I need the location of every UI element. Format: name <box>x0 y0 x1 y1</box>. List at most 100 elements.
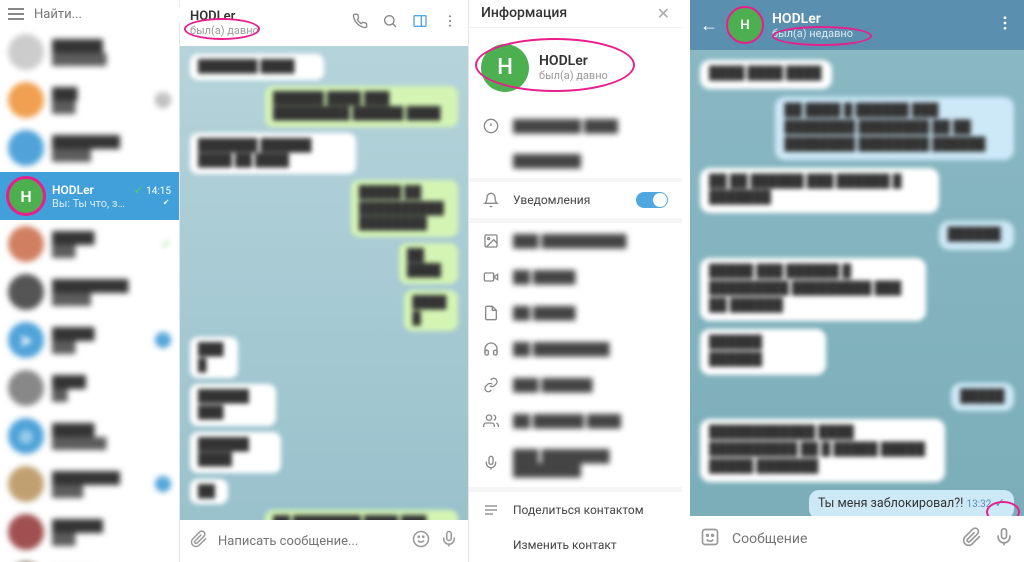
message-out[interactable]: █████ <box>404 290 458 331</box>
chat-preview: Вы: Ты что, заблокиров... <box>52 197 126 210</box>
sticker-icon[interactable] <box>700 527 720 551</box>
mobile-message-out-last[interactable]: Ты меня заблокировал?! 13:32 ✓ <box>809 490 1014 516</box>
mobile-message-in[interactable]: ██████ ██████ <box>700 329 826 375</box>
close-icon[interactable]: ✕ <box>657 4 670 23</box>
info-label: Уведомления <box>513 193 590 207</box>
info-media-videos[interactable]: ██ █████ <box>469 259 682 295</box>
message-in[interactable]: ████ <box>190 337 238 378</box>
chat-time: 14:15 <box>146 186 171 197</box>
search-input[interactable] <box>34 7 200 22</box>
message-in[interactable]: ███████ ██████ ████ ██ ████ <box>190 133 356 174</box>
more-icon[interactable] <box>996 14 1014 36</box>
call-icon[interactable] <box>352 13 368 33</box>
chat-item[interactable]: █████████ <box>0 508 179 556</box>
back-icon[interactable]: ← <box>700 15 718 36</box>
mobile-message-input[interactable] <box>732 531 950 547</box>
message-out[interactable]: ██ ████ <box>399 243 458 284</box>
chat-item[interactable]: ████████✓ <box>0 220 179 268</box>
conversation-header: HODLer был(а) давно <box>180 0 468 46</box>
message-out[interactable]: ██████ ████ ███ █████████ ██████ ████ <box>265 86 458 127</box>
message-in[interactable]: ███████ ████ <box>190 54 324 80</box>
chat-item[interactable]: ██████1 <box>0 76 179 124</box>
mobile-panel: ← H HODLer был(а) недавно ████ ████ ████… <box>682 0 1024 562</box>
message-out[interactable]: ██ ████████ ████ ███ ██████ ███████ ██ █… <box>265 510 458 520</box>
chat-item-selected[interactable]: H HODLer Вы: Ты что, заблокиров... ✓ 14:… <box>0 172 179 220</box>
mic-icon[interactable] <box>440 530 458 552</box>
attach-icon[interactable] <box>962 527 982 551</box>
chatlist: █████████████ ██████1 █████████████ H HO… <box>0 28 179 562</box>
info-label: Изменить контакт <box>513 538 617 552</box>
header-title-block[interactable]: HODLer был(а) давно <box>190 9 346 37</box>
info-media-groups[interactable]: ██ ██████ ████ <box>469 403 682 439</box>
info-media-files[interactable]: ██ █████ <box>469 295 682 331</box>
info-avatar: H <box>481 44 529 92</box>
chat-body: HODLer Вы: Ты что, заблокиров... <box>52 183 126 210</box>
toggle[interactable] <box>636 192 668 208</box>
emoji-icon[interactable] <box>412 530 430 552</box>
info-profile[interactable]: H HODLer был(а) давно <box>469 28 682 108</box>
mobile-message-in[interactable]: █████ ███ ██████ █ █████████ █████████ █… <box>700 258 926 321</box>
avatar: H <box>8 178 44 214</box>
mobile-message-out[interactable]: █████ <box>951 383 1014 412</box>
info-media-photos[interactable]: ███ ██████████ <box>469 223 682 259</box>
info-panel: Информация ✕ H HODLer был(а) давно █████… <box>468 0 682 562</box>
info-status: был(а) давно <box>539 69 608 82</box>
message-time: 13:32 <box>967 499 992 510</box>
chat-item[interactable]: █████████████ <box>0 28 179 76</box>
chat-item[interactable]: ████████████• <box>0 460 179 508</box>
chat-item[interactable]: ██████████████ <box>0 268 179 316</box>
info-label: Поделиться контактом <box>513 503 644 517</box>
info-username[interactable]: ████████ <box>469 144 682 178</box>
chat-item[interactable]: ➤████████• <box>0 316 179 364</box>
menu-icon[interactable] <box>8 13 24 15</box>
attach-icon[interactable] <box>190 530 208 552</box>
mobile-messages: ████ ████ ████ ██ ████ █ ██████ ███ ████… <box>690 50 1024 516</box>
mobile-message-out[interactable]: ██████ <box>939 221 1014 250</box>
conversation-panel: HODLer был(а) давно ███████ ████ ██████ … <box>180 0 468 562</box>
topbar <box>0 0 179 28</box>
message-text: Ты меня заблокировал?! <box>818 496 963 511</box>
header-actions <box>352 13 458 33</box>
header-status: был(а) давно <box>190 24 346 37</box>
info-edit-contact[interactable]: Изменить контакт <box>469 528 682 562</box>
search-icon[interactable] <box>382 13 398 33</box>
info-notifications[interactable]: Уведомления <box>469 182 682 218</box>
info-phone[interactable]: ████████ ████ <box>469 108 682 144</box>
message-in[interactable]: ██ <box>190 479 228 505</box>
chat-item[interactable]: ███████• <box>0 556 179 562</box>
message-in[interactable]: ██████ ████ <box>190 432 281 473</box>
more-icon[interactable] <box>442 13 458 33</box>
chat-item[interactable]: █████████████ <box>0 124 179 172</box>
info-share-contact[interactable]: Поделиться контактом <box>469 492 682 528</box>
chat-item[interactable]: ⊙████████████ <box>0 412 179 460</box>
mobile-message-in[interactable]: ██ ██ ██████ ███ ██████ █ ███████ <box>700 168 939 214</box>
sidebar-icon[interactable] <box>412 13 428 33</box>
chat-item[interactable]: ██████ <box>0 364 179 412</box>
message-out[interactable]: █████ ██ ██████████ ████████ <box>351 180 458 237</box>
message-input[interactable] <box>218 534 402 549</box>
info-media-links[interactable]: ███ ██████ <box>469 367 682 403</box>
mobile-avatar[interactable]: H <box>728 8 762 42</box>
mobile-composer <box>690 516 1024 562</box>
chatlist-panel: █████████████ ██████1 █████████████ H HO… <box>0 0 180 562</box>
mic-icon[interactable] <box>994 527 1014 551</box>
mobile-name: HODLer <box>772 11 986 27</box>
messages: ███████ ████ ██████ ████ ███ █████████ █… <box>180 46 468 520</box>
composer <box>180 520 468 562</box>
mobile-header: ← H HODLer был(а) недавно <box>690 0 1024 50</box>
check-icon: ✓ <box>134 183 144 197</box>
chat-name: HODLer <box>52 183 126 197</box>
message-in[interactable]: ██████ ███ <box>190 384 276 425</box>
info-name: HODLer <box>539 53 608 69</box>
header-name: HODLer <box>190 9 346 24</box>
mobile-message-out[interactable]: ██ ████ █ ██████ ███ ████████ ████████ █… <box>775 97 1014 160</box>
mobile-message-in[interactable]: ████████████ ████ ██████████ ██ █ █████ … <box>700 419 945 482</box>
info-media-voice[interactable]: ███ ████████ ████████ <box>469 439 682 487</box>
info-media-audio[interactable]: ██ █████████ <box>469 331 682 367</box>
mobile-title-block[interactable]: HODLer был(а) недавно <box>772 11 986 40</box>
mobile-status: был(а) недавно <box>772 27 986 40</box>
info-header: Информация ✕ <box>469 0 682 28</box>
chat-meta: ✓ 14:15 <box>134 183 171 210</box>
mobile-message-in[interactable]: ████ ████ ████ <box>700 60 832 89</box>
info-title: Информация <box>481 5 567 21</box>
